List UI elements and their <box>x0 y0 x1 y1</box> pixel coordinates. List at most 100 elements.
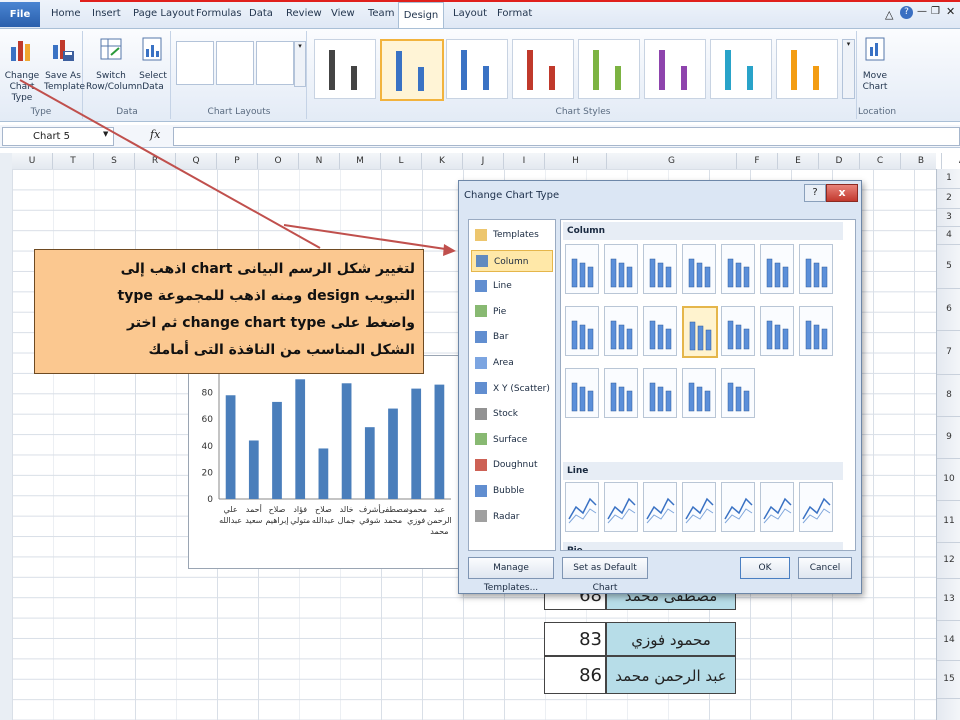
annotation-arrow-to-ribbon <box>19 79 321 249</box>
chart-subtype-option[interactable] <box>604 306 638 356</box>
chart-category-label: X Y (Scatter) <box>493 383 550 394</box>
chart-subtype-icon <box>610 320 633 350</box>
chart-subtype-option[interactable] <box>721 482 755 532</box>
chart-subtype-icon <box>724 497 753 524</box>
chart-subtype-gallery: Column Line Pie <box>560 219 856 551</box>
chart-subtype-icon <box>763 497 792 524</box>
chart-category-pie[interactable]: Pie <box>471 301 553 323</box>
chart-subtype-option[interactable] <box>721 368 755 418</box>
chart-category-list: Templates Column Line Pie Bar Area X Y (Scatte… <box>468 219 556 551</box>
chart-subtype-option[interactable] <box>682 306 718 358</box>
chart-subtype-icon <box>766 258 789 288</box>
chart-category-label: Bubble <box>493 486 525 496</box>
section-header-line: Line <box>563 462 843 480</box>
chart-subtype-option[interactable] <box>643 244 677 294</box>
chart-subtype-icon <box>571 258 594 288</box>
section-header-pie: Pie <box>563 542 843 550</box>
chart-subtype-option[interactable] <box>643 368 677 418</box>
chart-category-icon <box>475 407 487 420</box>
chart-subtype-option[interactable] <box>682 368 716 418</box>
chart-category-label: Templates <box>493 230 539 240</box>
chart-category-icon <box>475 279 487 292</box>
callout-line: لتغيير شكل الرسم البيانى chart اذهب إلى <box>120 261 415 277</box>
chart-category-x-y-scatter-[interactable]: X Y (Scatter) <box>471 378 553 400</box>
chart-category-icon <box>475 484 487 497</box>
chart-subtype-icon <box>649 258 672 288</box>
chart-subtype-icon <box>568 497 597 524</box>
change-chart-type-dialog: Change Chart Type ? x Templates Column Lin… <box>458 180 862 594</box>
chart-category-line[interactable]: Line <box>471 275 553 297</box>
chart-category-stock[interactable]: Stock <box>471 403 553 425</box>
chart-subtype-option[interactable] <box>604 368 638 418</box>
chart-subtype-icon <box>646 497 675 524</box>
chart-subtype-option[interactable] <box>721 244 755 294</box>
set-as-default-chart-button[interactable]: Set as Default Chart <box>562 557 648 593</box>
chart-subtype-icon <box>727 258 750 288</box>
chart-subtype-option[interactable] <box>682 482 716 532</box>
chart-subtype-icon <box>649 320 672 350</box>
chart-category-icon <box>475 458 487 471</box>
chart-category-icon <box>475 330 487 343</box>
chart-subtype-icon <box>805 320 828 350</box>
chart-subtype-option[interactable] <box>799 482 833 532</box>
chart-subtype-icon <box>610 382 633 412</box>
chart-subtype-option[interactable] <box>682 244 716 294</box>
dialog-close-button[interactable]: x <box>826 184 858 202</box>
chart-subtype-icon <box>685 497 714 524</box>
chart-category-label: Line <box>493 281 512 292</box>
chart-category-label: Stock <box>493 409 518 420</box>
chart-category-label: Doughnut <box>493 460 538 471</box>
chart-category-label: Surface <box>493 434 528 445</box>
chart-subtype-icon <box>805 258 828 288</box>
chart-subtype-icon <box>766 320 789 350</box>
chart-category-doughnut[interactable]: Doughnut <box>471 454 553 476</box>
chart-subtype-option[interactable] <box>760 244 794 294</box>
callout-line: واضغط على change chart type ثم اختر <box>126 315 415 331</box>
chart-category-templates[interactable]: Templates <box>471 224 553 246</box>
chart-subtype-icon <box>727 382 750 412</box>
callout-line: التبويب design ومنه اذهب للمجموعة type <box>117 288 415 304</box>
section-header-column: Column <box>563 222 843 240</box>
chart-category-icon <box>476 255 488 268</box>
chart-subtype-option[interactable] <box>760 482 794 532</box>
chart-subtype-option[interactable] <box>799 306 833 356</box>
manage-templates-button[interactable]: Manage Templates... <box>468 557 554 593</box>
chart-subtype-icon <box>610 258 633 288</box>
chart-category-column[interactable]: Column <box>471 249 553 272</box>
chart-subtype-option[interactable] <box>760 306 794 356</box>
chart-subtype-icon <box>689 321 712 351</box>
chart-subtype-option[interactable] <box>643 482 677 532</box>
chart-subtype-option[interactable] <box>721 306 755 356</box>
chart-subtype-icon <box>688 382 711 412</box>
chart-subtype-option[interactable] <box>565 482 599 532</box>
chart-category-surface[interactable]: Surface <box>471 429 553 451</box>
chart-subtype-option[interactable] <box>604 482 638 532</box>
chart-category-label: Column <box>494 256 529 267</box>
chart-subtype-option[interactable] <box>565 244 599 294</box>
chart-subtype-icon <box>727 320 750 350</box>
chart-subtype-icon <box>607 497 636 524</box>
arrowhead-icon <box>443 244 456 256</box>
chart-subtype-option[interactable] <box>565 306 599 356</box>
chart-subtype-icon <box>688 258 711 288</box>
dialog-help-button[interactable]: ? <box>804 184 826 202</box>
chart-subtype-icon <box>571 320 594 350</box>
chart-category-radar[interactable]: Radar <box>471 506 553 528</box>
callout-line: الشكل المناسب من النافذة التى أمامك <box>148 342 416 358</box>
cancel-button[interactable]: Cancel <box>798 557 852 579</box>
chart-subtype-icon <box>802 497 831 524</box>
instruction-callout: لتغيير شكل الرسم البيانى chart اذهب إلى … <box>34 249 424 374</box>
ok-button[interactable]: OK <box>740 557 790 579</box>
chart-category-icon <box>475 382 487 395</box>
chart-category-label: Bar <box>493 332 509 343</box>
chart-category-label: Radar <box>493 511 520 522</box>
chart-category-bar[interactable]: Bar <box>471 326 553 348</box>
chart-subtype-option[interactable] <box>643 306 677 356</box>
chart-category-icon <box>475 356 487 369</box>
chart-category-area[interactable]: Area <box>471 352 553 374</box>
chart-category-bubble[interactable]: Bubble <box>471 480 553 502</box>
chart-subtype-option[interactable] <box>799 244 833 294</box>
chart-category-icon <box>475 510 487 523</box>
chart-subtype-option[interactable] <box>565 368 599 418</box>
chart-subtype-option[interactable] <box>604 244 638 294</box>
